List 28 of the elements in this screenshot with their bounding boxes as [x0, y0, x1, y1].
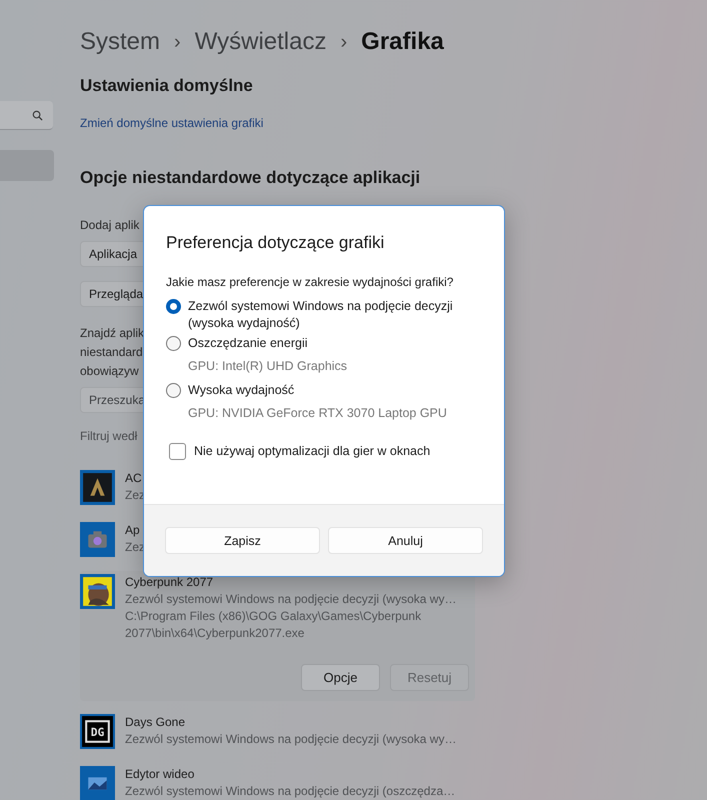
breadcrumb-separator: ›	[174, 30, 181, 54]
breadcrumb-item: Grafika	[361, 28, 444, 56]
description-text: Znajdź aplik	[80, 325, 144, 342]
app-path: C:\Program Files (x86)\GOG Galaxy\Games\Cyberpunk 2077\bin\x64\Cyberpunk2077.exe	[125, 608, 422, 642]
breadcrumb-separator: ›	[340, 30, 348, 54]
option-detail: GPU: Intel(R) UHD Graphics	[188, 359, 348, 373]
dialog-question: Jakie masz preferencje w zakresie wydajności grafiki?	[166, 275, 454, 289]
app-name: Cyberpunk 2077	[125, 574, 214, 591]
app-icon: DG	[80, 714, 115, 749]
option-label: Oszczędzanie energii	[188, 335, 309, 352]
app-name: Edytor wideo	[125, 766, 194, 783]
section-title: Ustawienia domyślne	[80, 76, 254, 96]
checkbox-label: Nie używaj optymalizacji dla gier w oknach	[194, 443, 430, 460]
description-text: obowiązyw	[80, 363, 139, 380]
option-label: Wysoka wydajność	[188, 382, 296, 399]
description-text: niestandard	[80, 344, 143, 361]
app-status: Zezwól systemowi Windows na podjęcie decyzji (oszczędza…	[125, 783, 456, 800]
option-label: Zezwól systemowi Windows na podjęcie decyzji (wysoka wydajność)	[188, 298, 454, 332]
section-title: Opcje niestandardowe dotyczące aplikacji	[80, 168, 422, 188]
app-name: Days Gone	[125, 714, 186, 731]
app-name: Ap	[125, 522, 140, 539]
dialog-title: Preferencja dotyczące grafiki	[166, 233, 386, 253]
option-detail: GPU: NVIDIA GeForce RTX 3070 Laptop GPU	[188, 406, 447, 420]
app-name: AC	[125, 470, 142, 487]
filter-label: Filtruj wedł	[80, 428, 138, 445]
add-app-label: Dodaj aplik	[80, 217, 140, 234]
app-status: Zezwól systemowi Windows na podjęcie decyzji (wysoka wy…	[125, 731, 456, 748]
app-status: Zezwól systemowi Windows na podjęcie decyzji (wysoka wy…	[125, 591, 456, 608]
